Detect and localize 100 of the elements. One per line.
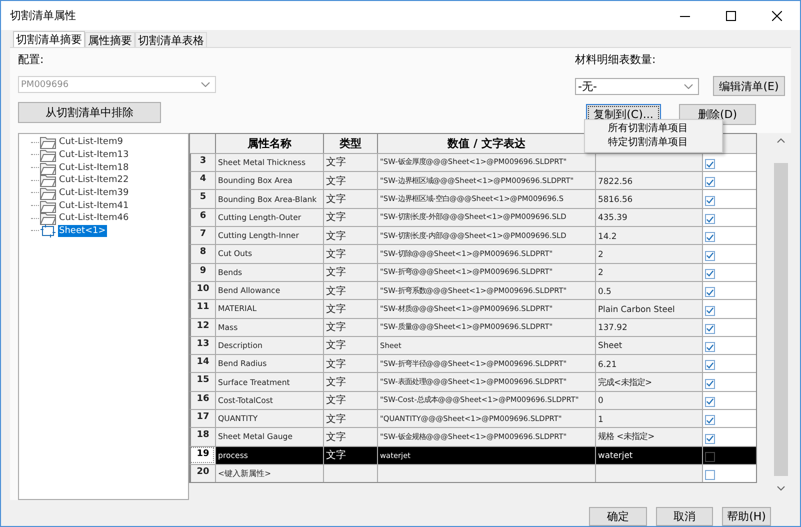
checkbox[interactable] <box>705 396 715 407</box>
tab[interactable]: 切割清单表格 <box>135 32 207 47</box>
table-cell <box>323 464 377 482</box>
table-cell: 14.2 <box>595 226 702 244</box>
close-icon <box>772 10 782 20</box>
chevron-down-icon <box>684 84 693 88</box>
checkbox[interactable] <box>705 360 715 370</box>
table-cell: Sheet <box>595 336 702 354</box>
table-cell: 文字 <box>323 372 377 391</box>
row-number: 4 <box>189 171 215 190</box>
table-cell: 文字 <box>323 408 377 428</box>
table-cell: 文字 <box>323 446 377 464</box>
folder-icon <box>40 186 56 200</box>
header-cell <box>189 132 215 153</box>
table-cell: 7822.56 <box>595 171 702 190</box>
tree-item[interactable]: Cut-List-Item13 <box>58 148 130 161</box>
checkbox[interactable] <box>705 324 715 334</box>
cancel-button[interactable]: 取消 <box>656 507 713 526</box>
table-cell: 文字 <box>323 390 377 409</box>
checkbox[interactable] <box>705 196 715 206</box>
table-cell: waterjet <box>595 446 702 464</box>
table-cell: 文字 <box>323 336 377 354</box>
table-cell: 137.92 <box>595 318 702 336</box>
checkbox[interactable] <box>705 287 715 298</box>
sheet-metal-icon <box>40 224 56 238</box>
field-label: 材料明细表数量: <box>575 53 657 67</box>
folder-icon <box>40 148 56 162</box>
row-number: 16 <box>189 390 215 409</box>
row-number: 9 <box>189 262 215 281</box>
edit-list-button[interactable]: 编辑清单(E) <box>713 76 785 96</box>
table-cell: 2 <box>595 262 702 281</box>
scroll-up-icon <box>777 138 785 143</box>
row-number: 18 <box>189 427 215 446</box>
table-cell: 435.39 <box>595 208 702 226</box>
checkbox[interactable] <box>705 378 715 389</box>
tree-item[interactable]: Sheet<1> <box>58 224 107 237</box>
row-number: 6 <box>189 208 215 226</box>
table-cell: 文字 <box>323 189 377 208</box>
checkbox[interactable] <box>705 470 715 480</box>
checkbox[interactable] <box>705 342 715 352</box>
row-number: 3 <box>189 152 215 172</box>
checkbox[interactable] <box>705 452 715 462</box>
quantity-dropdown[interactable]: -无- <box>575 78 699 94</box>
tree-item[interactable]: Cut-List-Item41 <box>58 200 130 212</box>
tree-item[interactable]: Cut-List-Item22 <box>58 174 130 186</box>
tree-item[interactable]: Cut-List-Item46 <box>58 212 130 224</box>
row-number: 7 <box>189 226 215 244</box>
folder-icon <box>40 198 56 213</box>
row-number: 14 <box>189 354 215 372</box>
table-cell: 文字 <box>323 208 377 226</box>
folder-icon <box>40 160 56 175</box>
row-number: 5 <box>189 189 215 208</box>
field-label: 配置: <box>18 53 45 67</box>
tree-item[interactable]: Cut-List-Item39 <box>58 186 130 199</box>
row-number: 8 <box>189 244 215 263</box>
scroll-down-icon <box>777 486 785 491</box>
row-number: 15 <box>189 372 215 391</box>
row-number: 19 <box>189 446 215 464</box>
tree-item[interactable]: Cut-List-Item9 <box>58 136 124 148</box>
folder-icon <box>40 135 56 150</box>
row-number: 20 <box>189 464 215 482</box>
table-cell: 文字 <box>323 152 377 172</box>
tab[interactable]: 属性摘要 <box>85 32 135 47</box>
help-button[interactable]: 帮助(H) <box>722 507 771 526</box>
checkbox[interactable] <box>705 159 715 170</box>
tree-item[interactable]: Cut-List-Item18 <box>58 162 130 174</box>
table-cell: 文字 <box>323 354 377 372</box>
table-cell: 1 <box>595 408 702 428</box>
checkbox[interactable] <box>705 232 715 242</box>
folder-icon <box>40 173 56 188</box>
checkbox[interactable] <box>705 415 715 426</box>
checkbox[interactable] <box>705 268 715 279</box>
row-number: 12 <box>189 318 215 336</box>
table-cell: 文字 <box>323 226 377 244</box>
table-cell: 完成<未指定> <box>595 372 702 391</box>
maximize-icon <box>726 10 736 20</box>
table-cell: 0 <box>595 390 702 409</box>
checkbox[interactable] <box>705 434 715 444</box>
checkbox[interactable] <box>705 214 715 224</box>
tab[interactable]: 切割清单摘要 <box>13 31 85 47</box>
checkbox[interactable] <box>705 177 715 188</box>
folder-icon <box>40 211 56 226</box>
table-cell: 文字 <box>323 262 377 281</box>
row-number: 13 <box>189 336 215 354</box>
ok-button[interactable]: 确定 <box>589 507 647 526</box>
chevron-down-icon <box>201 82 210 87</box>
checkbox[interactable] <box>705 306 715 316</box>
table-cell: 6.21 <box>595 354 702 372</box>
table-cell: 文字 <box>323 171 377 190</box>
checkbox[interactable] <box>705 250 715 261</box>
row-number: 11 <box>189 299 215 318</box>
row-number: 17 <box>189 408 215 428</box>
table-cell: 文字 <box>323 244 377 263</box>
table-cell: 文字 <box>323 280 377 300</box>
column-header: 属性名称 <box>215 132 323 153</box>
exclude-button[interactable]: 从切割清单中排除 <box>18 102 161 123</box>
table-cell: 5816.56 <box>595 189 702 208</box>
table-cell: 规格 <未指定> <box>595 427 702 446</box>
table-cell: 文字 <box>323 318 377 336</box>
row-number: 10 <box>189 280 215 300</box>
